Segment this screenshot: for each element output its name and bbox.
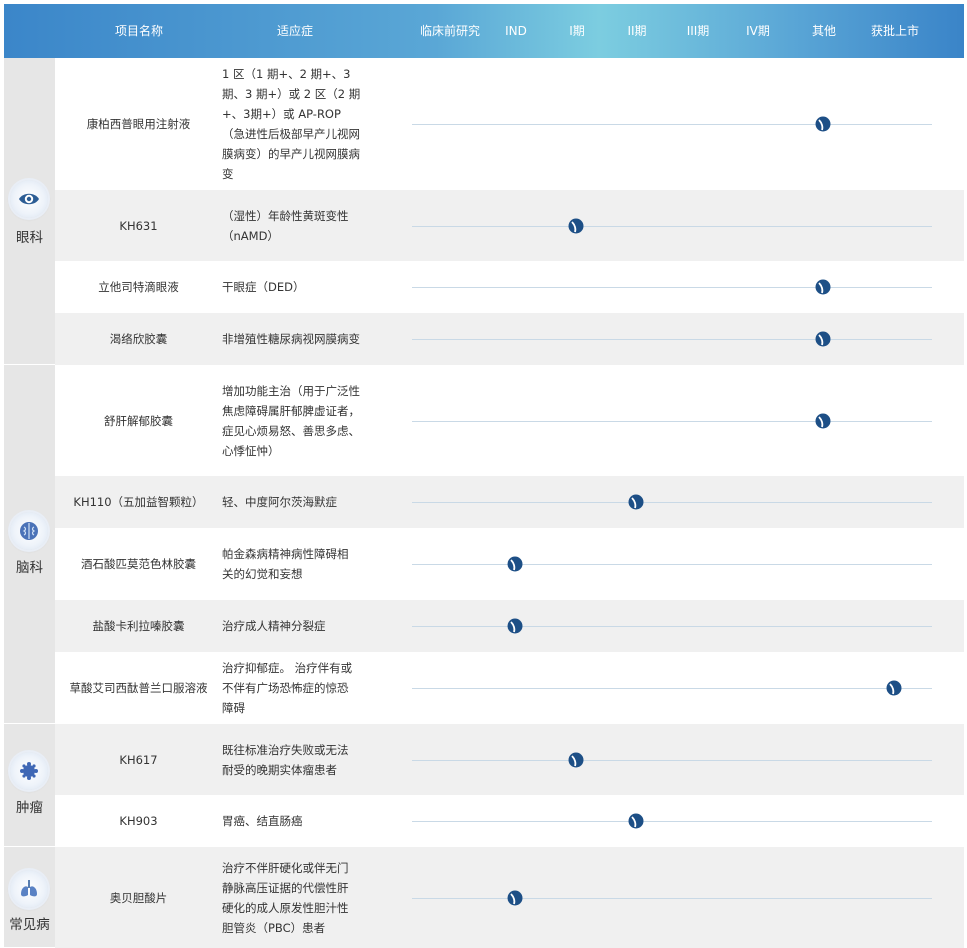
header-indication: 适应症 <box>276 24 314 38</box>
project-name: 奥贝胆酸片 <box>109 890 168 905</box>
stage-marker-icon <box>815 279 831 295</box>
indication-text: 治疗不伴肝硬化或伴无门 静脉高压证据的代偿性肝 硬化的成人原发性胆汁性 胆管炎（… <box>222 860 349 935</box>
project-name: 酒石酸匹莫范色林胶囊 <box>81 557 196 571</box>
table-row: KH903 胃癌、结直肠癌 <box>55 795 964 847</box>
indication-text: 非增殖性糖尿病视网膜病变 <box>222 332 360 346</box>
stage-marker-icon <box>568 218 584 233</box>
stage-marker-icon <box>628 813 644 829</box>
header-ind: IND <box>505 24 527 38</box>
table-row: KH631 （湿性）年龄性黄斑变性（nAMD） <box>55 190 964 261</box>
table-row: KH617 既往标准治疗失败或无法 耐受的晚期实体瘤患者 <box>55 724 964 795</box>
header-phase3: III期 <box>686 24 710 38</box>
stage-marker-icon <box>815 331 831 347</box>
header-approved: 获批上市 <box>870 24 920 38</box>
indication-text: 1 区（1 期+、2 期+、3 期、3 期+）或 2 区（2 期+、3期+）或 … <box>222 67 361 181</box>
stage-marker-icon <box>507 556 523 572</box>
table-row: 舒肝解郁胶囊 增加功能主治（用于广泛性焦虑障碍属肝郁脾虚证者，症见心烦易怒、善思… <box>55 365 964 476</box>
brain-icon <box>10 512 48 550</box>
indication-text: 干眼症（DED） <box>222 280 305 294</box>
header-phase1: I期 <box>569 24 585 38</box>
project-name: KH617 <box>119 752 158 767</box>
table-row: 草酸艾司西酞普兰口服溶液 治疗抑郁症。 治疗伴有或 不伴有广场恐怖症的惊恐 障碍 <box>55 652 964 724</box>
stage-marker-icon <box>815 116 831 132</box>
header-name: 项目名称 <box>114 24 164 38</box>
table-row: 酒石酸匹莫范色林胶囊 帕金森病精神病性障碍相 关的幻觉和妄想 <box>55 528 964 600</box>
eye-icon <box>10 180 48 218</box>
table-header: 项目名称 适应症 临床前研究 IND I期 II期 III期 IV期 其他 获批… <box>4 4 964 58</box>
indication-text: 胃癌、结直肠癌 <box>222 814 303 828</box>
stage-marker-icon <box>507 618 523 634</box>
table-row: 盐酸卡利拉嗪胶囊 治疗成人精神分裂症 <box>55 600 964 652</box>
progress-line <box>412 420 932 422</box>
header-preclinical: 临床前研究 <box>419 24 481 38</box>
table-row: 渴络欣胶囊 非增殖性糖尿病视网膜病变 <box>55 313 964 365</box>
project-name: KH110（五加益智颗粒） <box>73 495 204 509</box>
table-row: 立他司特滴眼液 干眼症（DED） <box>55 261 964 313</box>
stage-marker-icon <box>568 752 584 767</box>
table-row: KH110（五加益智颗粒） 轻、中度阿尔茨海默症 <box>55 476 964 528</box>
project-name: KH903 <box>119 814 158 828</box>
project-name: 立他司特滴眼液 <box>98 280 179 294</box>
indication-text: 增加功能主治（用于广泛性焦虑障碍属肝郁脾虚证者，症见心烦易怒、善思多虑、心悸怔忡… <box>222 383 360 458</box>
category-neurology: 脑科 <box>4 365 55 724</box>
indication-text: （湿性）年龄性黄斑变性（nAMD） <box>222 208 349 243</box>
category-oncology: 肿瘤 <box>4 724 55 847</box>
category-ophthalmology: 眼科 <box>4 58 55 365</box>
category-label: 眼科 <box>16 230 43 246</box>
project-name: KH631 <box>119 218 158 233</box>
project-name: 草酸艾司西酞普兰口服溶液 <box>69 681 208 695</box>
progress-line <box>412 339 932 340</box>
lungs-icon <box>10 870 48 908</box>
progress-line <box>412 502 932 503</box>
progress-line <box>412 688 932 689</box>
progress-line <box>412 124 932 125</box>
project-name: 渴络欣胶囊 <box>109 332 168 346</box>
progress-line <box>412 225 932 227</box>
pipeline-table: 项目名称 适应症 临床前研究 IND I期 II期 III期 IV期 其他 获批… <box>0 0 967 948</box>
progress-line <box>412 759 932 761</box>
header-phase4: IV期 <box>746 24 770 38</box>
indication-text: 帕金森病精神病性障碍相 关的幻觉和妄想 <box>222 547 349 581</box>
progress-line <box>412 897 932 899</box>
project-name: 盐酸卡利拉嗪胶囊 <box>92 619 185 633</box>
header-phase2: II期 <box>627 24 647 38</box>
indication-text: 既往标准治疗失败或无法 耐受的晚期实体瘤患者 <box>222 742 349 777</box>
progress-line <box>412 626 932 627</box>
tumor-icon <box>10 752 48 790</box>
category-common-diseases: 常见病 <box>4 847 55 948</box>
indication-text: 轻、中度阿尔茨海默症 <box>222 495 337 509</box>
category-label: 肿瘤 <box>16 800 43 816</box>
header-other: 其他 <box>811 24 837 38</box>
progress-line <box>412 821 932 822</box>
progress-line <box>412 564 932 565</box>
project-name: 康柏西普眼用注射液 <box>86 117 191 131</box>
category-label: 脑科 <box>16 560 43 576</box>
stage-marker-icon <box>886 680 902 696</box>
table-row: 奥贝胆酸片 治疗不伴肝硬化或伴无门 静脉高压证据的代偿性肝 硬化的成人原发性胆汁… <box>55 847 964 948</box>
table-row: 康柏西普眼用注射液 1 区（1 期+、2 期+、3 期、3 期+）或 2 区（2… <box>55 58 964 190</box>
stage-marker-icon <box>815 413 831 428</box>
progress-line <box>412 287 932 288</box>
indication-text: 治疗成人精神分裂症 <box>222 619 326 633</box>
category-label: 常见病 <box>9 917 50 933</box>
project-name: 舒肝解郁胶囊 <box>104 413 173 428</box>
stage-marker-icon <box>507 890 523 905</box>
indication-text: 治疗抑郁症。 治疗伴有或 不伴有广场恐怖症的惊恐 障碍 <box>222 661 353 715</box>
stage-marker-icon <box>628 494 644 510</box>
